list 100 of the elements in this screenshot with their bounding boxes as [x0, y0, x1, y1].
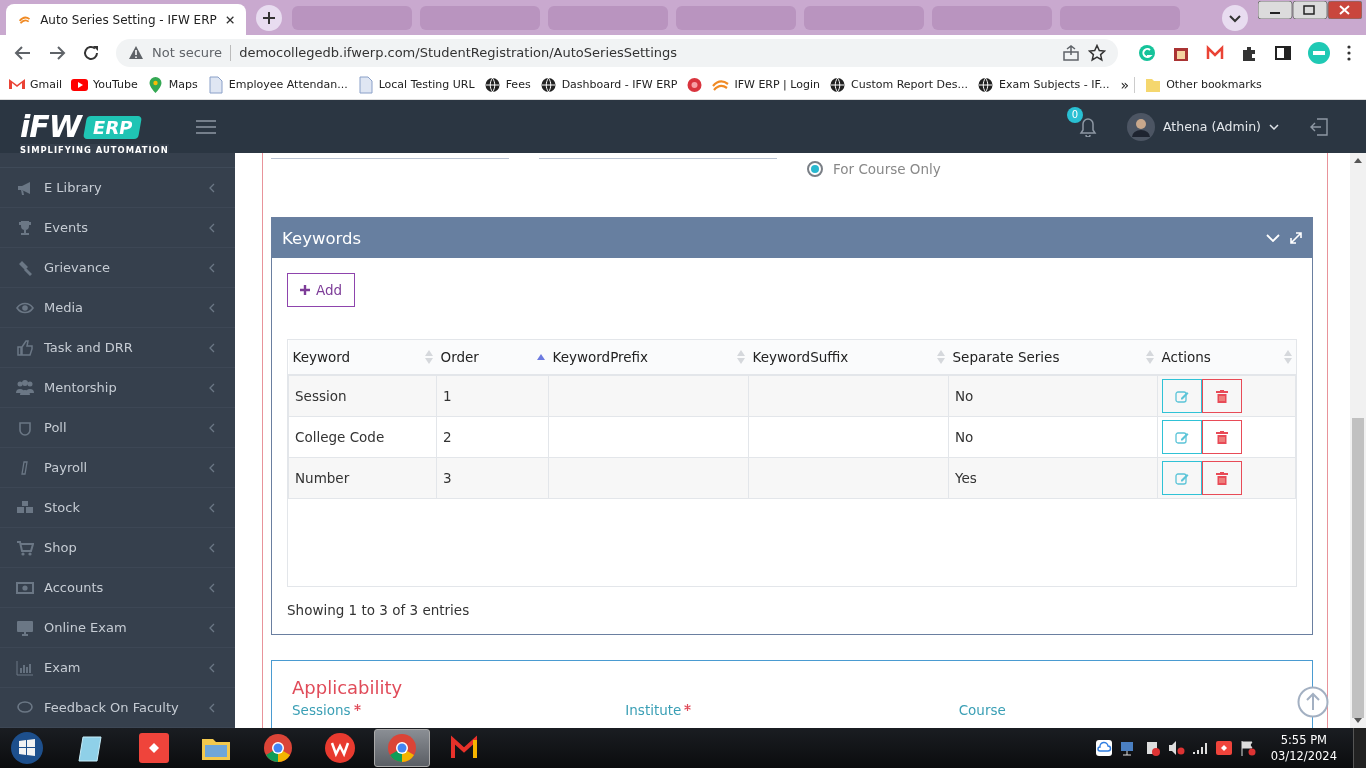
- url-text: democollegedb.ifwerp.com/StudentRegistration/AutoSeriesSettings: [239, 45, 678, 60]
- bookmark[interactable]: Gmail: [8, 75, 63, 94]
- sidebar-item[interactable]: Online Exam: [0, 608, 235, 648]
- back-icon[interactable]: [14, 43, 32, 62]
- warning-icon: [128, 45, 144, 60]
- bookmark[interactable]: YouTube: [71, 75, 138, 94]
- sidebar-item[interactable]: Exam: [0, 648, 235, 688]
- plus-icon: [300, 285, 310, 295]
- bookmark[interactable]: Exam Subjects - IF...: [977, 75, 1110, 94]
- table-cell: Yes: [948, 457, 1158, 499]
- sidebar-item[interactable]: Task and DRR: [0, 328, 235, 368]
- column-header[interactable]: Order: [436, 340, 549, 375]
- table-cell: No: [948, 375, 1158, 417]
- chevron-icon: [209, 182, 215, 193]
- cloud-icon[interactable]: [1094, 739, 1113, 757]
- bookmark[interactable]: Other bookmarks: [1144, 75, 1262, 94]
- window-controls-drawing[interactable]: [1258, 1, 1362, 19]
- menu-icon[interactable]: [196, 119, 216, 134]
- table-info: Showing 1 to 3 of 3 entries: [287, 601, 471, 620]
- chevron-icon: [209, 542, 215, 553]
- share-icon[interactable]: [1062, 43, 1080, 62]
- caret-icon: [1269, 123, 1279, 130]
- bar-chart-icon: [16, 658, 34, 677]
- bookmark[interactable]: [686, 75, 704, 94]
- bookmark[interactable]: IFW ERP | Login: [712, 75, 820, 94]
- delete-button[interactable]: [1202, 420, 1242, 454]
- bookmark[interactable]: Local Testing URL: [356, 75, 475, 94]
- notification-count: 0: [1067, 106, 1083, 123]
- thumbs-up-icon: [16, 338, 34, 357]
- trash-icon: [1216, 389, 1228, 403]
- chevron-down-icon[interactable]: [1266, 234, 1280, 242]
- more-icon[interactable]: [1346, 43, 1352, 62]
- column-header[interactable]: KeywordSuffix: [748, 340, 949, 375]
- close-icon[interactable]: [225, 14, 234, 25]
- scrollbar[interactable]: [1350, 153, 1366, 728]
- column-header[interactable]: Keyword: [288, 340, 437, 375]
- trash-icon: [1216, 430, 1228, 444]
- address-bar[interactable]: Not secure democollegedb.ifwerp.com/StudentRegistration/AutoSeriesSettings: [116, 38, 1118, 67]
- flag-icon[interactable]: [1238, 739, 1257, 757]
- bookmark[interactable]: Employee Attendan...: [206, 75, 348, 94]
- chevron-icon: [209, 382, 215, 393]
- globe-icon: [977, 75, 995, 94]
- bookmark[interactable]: Fees: [483, 75, 531, 94]
- table-cell: 1: [436, 375, 549, 417]
- edit-icon: [1175, 389, 1189, 403]
- edit-icon: [1175, 430, 1189, 444]
- table-cell: College Code: [288, 416, 437, 458]
- document-icon: [356, 75, 374, 94]
- star-icon[interactable]: [1088, 43, 1106, 62]
- delete-button[interactable]: [1202, 461, 1242, 495]
- bookmark[interactable]: Maps: [146, 75, 198, 94]
- bell-icon[interactable]: [1079, 116, 1097, 137]
- chevron-icon: [209, 622, 215, 633]
- chrome-icon: [385, 731, 419, 765]
- m-icon[interactable]: [1206, 43, 1224, 62]
- avatar-icon: [1127, 112, 1155, 141]
- chevron-icon: [209, 582, 215, 593]
- cart-icon: [16, 538, 34, 557]
- sidepanel-icon[interactable]: [1274, 43, 1292, 62]
- chevron-icon: [209, 222, 215, 233]
- logo[interactable]: iFW ERP SIMPLIFYING AUTOMATION: [20, 112, 169, 156]
- bookmark[interactable]: Dashboard - IFW ERP: [539, 75, 678, 94]
- start-icon[interactable]: [10, 731, 44, 765]
- delete-button[interactable]: [1202, 379, 1242, 413]
- edit-icon: [1175, 471, 1189, 485]
- more-bookmarks[interactable]: »: [1120, 76, 1130, 93]
- column-header[interactable]: KeywordPrefix: [548, 340, 749, 375]
- expand-icon[interactable]: [1290, 232, 1302, 244]
- bookmark[interactable]: Custom Report Des...: [829, 75, 969, 94]
- monitor-icon: [16, 618, 34, 637]
- browser-tab[interactable]: Auto Series Setting - IFW ERP: [6, 4, 246, 35]
- user-menu[interactable]: Athena (Admin): [1127, 112, 1279, 141]
- security-label: Not secure: [152, 45, 223, 60]
- trash-icon: [1216, 471, 1228, 485]
- globe-icon: [539, 75, 557, 94]
- wps-icon: [323, 731, 357, 765]
- table-cell: No: [948, 416, 1158, 458]
- radio-button[interactable]: [807, 161, 823, 177]
- sidebar-item[interactable]: Mentorship: [0, 368, 235, 408]
- reload-icon[interactable]: [82, 43, 100, 62]
- users-icon: [16, 378, 34, 397]
- scroll-up-icon[interactable]: [1354, 158, 1362, 163]
- new-tab-icon[interactable]: [256, 4, 282, 31]
- add-button[interactable]: Add: [287, 273, 356, 307]
- field-label: Sessions: [292, 702, 351, 718]
- radio-option[interactable]: For Course Only: [807, 161, 941, 177]
- column-header[interactable]: Separate Series: [948, 340, 1158, 375]
- table-cell: Number: [288, 457, 437, 499]
- forward-icon[interactable]: [48, 43, 66, 62]
- round-logo-icon: [686, 75, 704, 94]
- chevron-icon: [209, 662, 215, 673]
- section-title: Applicability: [292, 677, 404, 698]
- mute-icon[interactable]: [1166, 739, 1185, 757]
- column-header[interactable]: Actions: [1157, 340, 1296, 375]
- logout-icon[interactable]: [1309, 116, 1329, 137]
- field-label: Institute: [625, 702, 682, 718]
- chevron-icon: [209, 462, 215, 473]
- clock[interactable]: 5:55 PM 03/12/2024: [1270, 732, 1337, 764]
- dropdown-icon[interactable]: [1222, 4, 1248, 31]
- sidebar-item[interactable]: Accounts: [0, 568, 235, 608]
